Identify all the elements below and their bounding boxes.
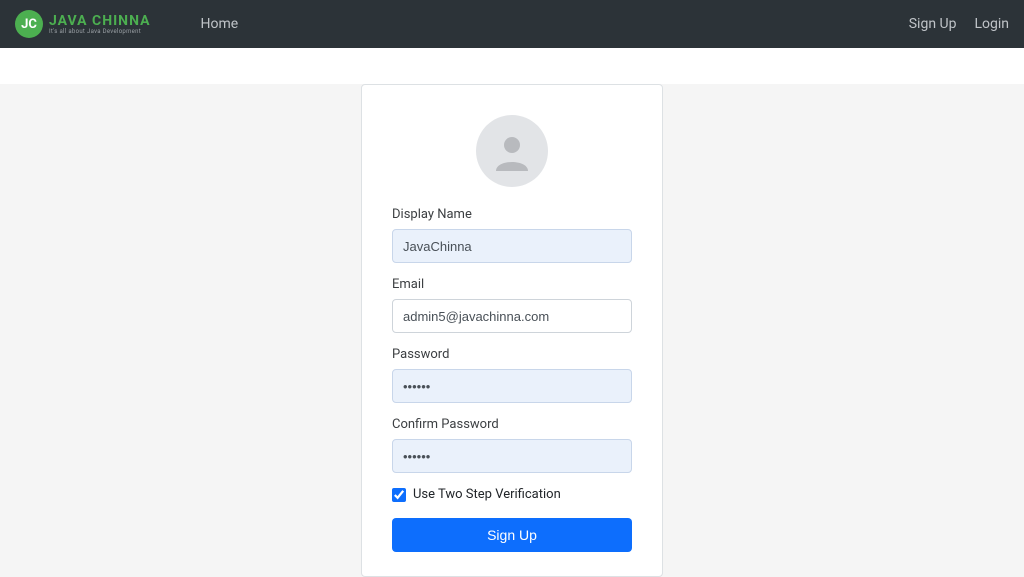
signup-card: Display Name Email Password Confirm Pass… <box>361 84 663 577</box>
brand-tagline: It's all about Java Development <box>49 28 150 35</box>
password-label: Password <box>392 347 632 362</box>
avatar-wrap <box>392 115 632 187</box>
two-step-row: Use Two Step Verification <box>392 487 632 502</box>
nav-link-home[interactable]: Home <box>200 16 238 32</box>
display-name-label: Display Name <box>392 207 632 222</box>
logo-text-wrap: JAVA CHINNA It's all about Java Developm… <box>49 14 150 35</box>
white-band <box>0 48 1024 84</box>
avatar <box>476 115 548 187</box>
email-group: Email <box>392 277 632 333</box>
logo-badge: JC <box>15 10 43 38</box>
confirm-password-input[interactable] <box>392 439 632 473</box>
two-step-checkbox[interactable] <box>392 488 406 502</box>
confirm-password-group: Confirm Password <box>392 417 632 473</box>
nav-link-login[interactable]: Login <box>974 16 1009 32</box>
brand-name: JAVA CHINNA <box>49 14 150 28</box>
password-group: Password <box>392 347 632 403</box>
nav-left: JC JAVA CHINNA It's all about Java Devel… <box>15 10 238 38</box>
navbar: JC JAVA CHINNA It's all about Java Devel… <box>0 0 1024 48</box>
nav-right: Sign Up Login <box>909 16 1009 32</box>
confirm-password-label: Confirm Password <box>392 417 632 432</box>
two-step-label: Use Two Step Verification <box>413 487 561 502</box>
user-icon <box>488 127 536 175</box>
password-input[interactable] <box>392 369 632 403</box>
brand-logo[interactable]: JC JAVA CHINNA It's all about Java Devel… <box>15 10 150 38</box>
signup-button[interactable]: Sign Up <box>392 518 632 552</box>
content-area: Display Name Email Password Confirm Pass… <box>0 84 1024 577</box>
email-input[interactable] <box>392 299 632 333</box>
nav-link-signup[interactable]: Sign Up <box>909 16 957 32</box>
display-name-group: Display Name <box>392 207 632 263</box>
email-label: Email <box>392 277 632 292</box>
display-name-input[interactable] <box>392 229 632 263</box>
